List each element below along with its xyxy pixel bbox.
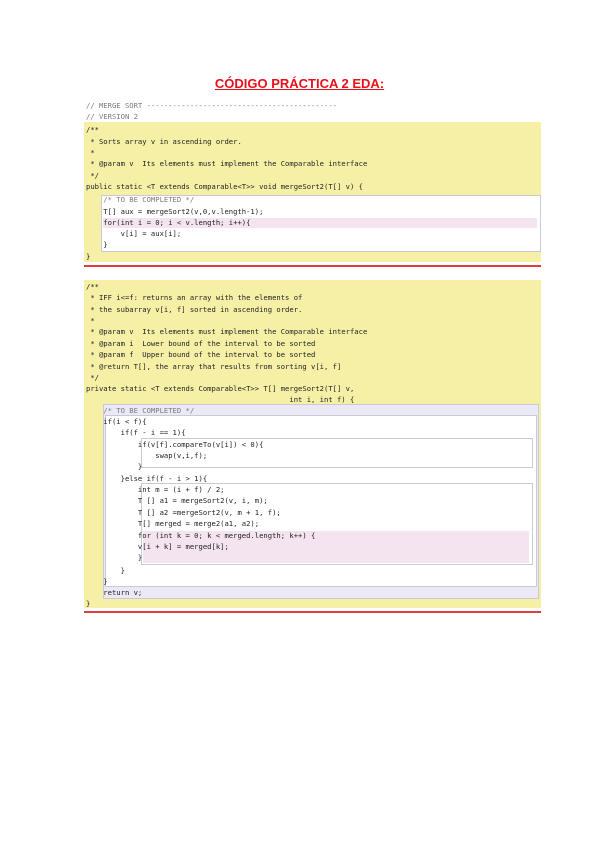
code-line: private static <T extends Comparable<T>>…	[86, 384, 355, 393]
code-line: }	[86, 599, 91, 608]
code-line: for(int i = 0; i < v.length; i++){	[86, 218, 251, 227]
code-line: int i, int f) {	[86, 395, 355, 404]
code-line: T[] merged = merge2(a1, a2);	[86, 519, 260, 528]
code-line: }	[86, 566, 125, 575]
code-line: if(f - i == 1){	[86, 428, 186, 437]
separator-line	[84, 611, 541, 613]
code-line: // VERSION 2	[86, 112, 138, 121]
code-line: }else if(f - i > 1){	[86, 474, 208, 483]
code-line: if(v[f].compareTo(v[i]) < 0){	[86, 440, 264, 449]
code-line: v[i + k] = merged[k];	[86, 542, 229, 551]
code-line: *	[86, 316, 95, 325]
code-line: v[i] = aux[i];	[86, 229, 182, 238]
code-line: * IFF i<=f: returns an array with the el…	[86, 293, 303, 302]
code-line: * @param f Upper bound of the interval t…	[86, 350, 316, 359]
code-line: T [] a2 =mergeSort2(v, m + 1, f);	[86, 508, 281, 517]
code-line: public static <T extends Comparable<T>> …	[86, 182, 363, 191]
code-line: T[] aux = mergeSort2(v,0,v.length-1);	[86, 207, 264, 216]
code-line: }	[86, 252, 91, 261]
code-line: // MERGE SORT --------------------------…	[86, 101, 337, 110]
code-line: /**	[86, 282, 99, 291]
code-line: */	[86, 171, 99, 180]
code-line: /* TO BE COMPLETED */	[86, 406, 195, 415]
code-line: swap(v,i,f);	[86, 451, 208, 460]
code-line: /* TO BE COMPLETED */	[86, 195, 195, 204]
code-line: int m = (i + f) / 2;	[86, 485, 225, 494]
code-line: * @param i Lower bound of the interval t…	[86, 339, 316, 348]
code-line: for (int k = 0; k < merged.length; k++) …	[86, 531, 316, 540]
code-line: }	[86, 462, 143, 471]
code-line: */	[86, 373, 99, 382]
code-line: T [] a1 = mergeSort2(v, i, m);	[86, 496, 268, 505]
code-line: return v;	[86, 588, 143, 597]
separator-line	[84, 265, 541, 267]
code-line: * @return T[], the array that results fr…	[86, 362, 342, 371]
code-line: * @param v Its elements must implement t…	[86, 159, 368, 168]
code-line: * Sorts array v in ascending order.	[86, 137, 242, 146]
code-line: if(i < f){	[86, 417, 147, 426]
code-line: }	[86, 553, 143, 562]
code-line: *	[86, 148, 95, 157]
code-line: }	[86, 240, 108, 249]
code-line: * the subarray v[i, f] sorted in ascendi…	[86, 305, 303, 314]
code-line: * @param v Its elements must implement t…	[86, 327, 368, 336]
code-line: /**	[86, 125, 99, 134]
page-title: CÓDIGO PRÁCTICA 2 EDA:	[214, 76, 385, 91]
code-line: }	[86, 577, 108, 586]
